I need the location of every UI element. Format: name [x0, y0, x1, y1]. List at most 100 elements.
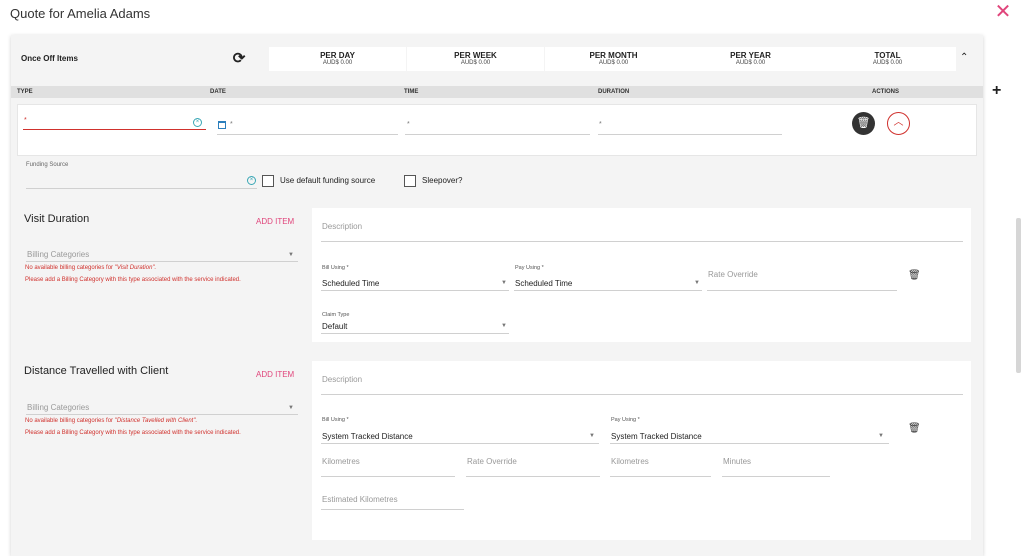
- chevron-down-icon[interactable]: ▼: [589, 433, 595, 439]
- pay-using-underline: [610, 443, 889, 444]
- column-header-bar: [11, 86, 983, 98]
- summary-per-day: PER DAY AUD$ 0.00: [269, 47, 406, 71]
- rate-override-underline: [707, 290, 897, 291]
- bill-using-select[interactable]: System Tracked Distance: [322, 432, 413, 441]
- summary-label: PER MONTH: [589, 51, 638, 60]
- minutes-input[interactable]: Minutes: [723, 457, 751, 466]
- bill-using-underline: [321, 443, 599, 444]
- item-row: [17, 104, 977, 156]
- date-required-marker: *: [230, 121, 233, 128]
- billing-categories-select[interactable]: Billing Categories: [27, 403, 89, 412]
- summary-label: TOTAL: [874, 51, 901, 60]
- estimated-kilometres-input[interactable]: Estimated Kilometres: [322, 495, 398, 504]
- chevron-up-icon[interactable]: ⌃: [960, 52, 968, 63]
- billing-error-hint: Please add a Billing Category with this …: [25, 277, 241, 283]
- trash-icon[interactable]: 🗑: [908, 270, 921, 281]
- rate-override-input[interactable]: Rate Override: [467, 457, 517, 466]
- pay-using-select[interactable]: System Tracked Distance: [611, 432, 702, 441]
- add-item-button[interactable]: ADD ITEM: [256, 370, 294, 379]
- billing-error-hint: Please add a Billing Category with this …: [25, 430, 241, 436]
- chevron-down-icon[interactable]: ▼: [501, 323, 507, 329]
- clear-icon[interactable]: ×: [247, 176, 256, 185]
- kilometres-underline: [321, 476, 455, 477]
- description-underline: [321, 394, 963, 395]
- plus-icon[interactable]: +: [992, 82, 1001, 100]
- description-input[interactable]: Description: [322, 375, 362, 384]
- time-input[interactable]: [405, 134, 590, 135]
- summary-label: PER DAY: [320, 51, 355, 60]
- delete-button[interactable]: 🗑: [852, 112, 875, 135]
- claim-type-underline: [321, 333, 509, 334]
- calendar-icon[interactable]: [218, 121, 226, 129]
- refresh-icon[interactable]: ⟳: [230, 50, 248, 68]
- add-item-button[interactable]: ADD ITEM: [256, 217, 294, 226]
- distance-travelled-card: [312, 361, 971, 540]
- summary-total: TOTAL AUD$ 0.00: [819, 47, 956, 71]
- chevron-down-icon[interactable]: ▼: [694, 280, 700, 286]
- pay-kilometres-input[interactable]: Kilometres: [611, 457, 649, 466]
- error-name: "Distance Tavelled with Client".: [114, 418, 198, 424]
- page-title: Quote for Amelia Adams: [10, 6, 151, 21]
- type-select[interactable]: [23, 129, 206, 130]
- error-prefix: No available billing categories for: [25, 418, 115, 424]
- clear-icon[interactable]: ×: [193, 118, 202, 127]
- duration-input[interactable]: [598, 134, 782, 135]
- chevron-down-icon[interactable]: ▼: [878, 433, 884, 439]
- section-title: Visit Duration: [24, 213, 90, 225]
- collapse-button[interactable]: ︿: [887, 112, 910, 135]
- sleepover-label: Sleepover?: [422, 176, 463, 185]
- bill-using-label: Bill Using *: [322, 265, 349, 271]
- summary-value: AUD$ 0.00: [322, 60, 353, 66]
- use-default-funding-label: Use default funding source: [280, 176, 376, 185]
- pay-using-underline: [514, 290, 702, 291]
- column-type: TYPE: [17, 89, 33, 95]
- summary-value: AUD$ 0.00: [598, 60, 629, 66]
- date-input[interactable]: [217, 134, 398, 135]
- sleepover-checkbox[interactable]: [404, 175, 416, 187]
- error-prefix: No available billing categories for: [25, 265, 115, 271]
- rate-override-underline: [466, 476, 600, 477]
- section-title: Distance Travelled with Client: [24, 365, 169, 377]
- bill-using-select[interactable]: Scheduled Time: [322, 279, 379, 288]
- summary-value: AUD$ 0.00: [872, 60, 903, 66]
- summary-value: AUD$ 0.00: [735, 60, 766, 66]
- summary-per-year: PER YEAR AUD$ 0.00: [682, 47, 819, 71]
- pay-using-select[interactable]: Scheduled Time: [515, 279, 572, 288]
- chevron-down-icon[interactable]: ▼: [288, 405, 294, 411]
- column-duration: DURATION: [598, 89, 630, 95]
- pay-using-label: Pay Using *: [515, 265, 544, 271]
- trash-icon[interactable]: 🗑: [908, 423, 921, 434]
- rate-override-input[interactable]: Rate Override: [708, 270, 758, 279]
- time-required-marker: *: [407, 121, 410, 128]
- column-date: DATE: [210, 89, 226, 95]
- summary-label: PER WEEK: [454, 51, 497, 60]
- claim-type-label: Claim Type: [322, 312, 350, 318]
- description-input[interactable]: Description: [322, 222, 362, 231]
- billing-categories-select[interactable]: Billing Categories: [27, 250, 89, 259]
- scrollbar[interactable]: [1016, 218, 1021, 373]
- minutes-underline: [722, 476, 830, 477]
- funding-source-label: Funding Source: [26, 162, 69, 168]
- column-time: TIME: [404, 89, 419, 95]
- billing-error-message: No available billing categories for "Vis…: [25, 262, 156, 274]
- summary-per-month: PER MONTH AUD$ 0.00: [545, 47, 682, 71]
- funding-source-select[interactable]: [26, 188, 257, 189]
- estimated-kilometres-underline: [321, 509, 464, 510]
- pay-using-label: Pay Using *: [611, 417, 640, 423]
- summary-value: AUD$ 0.00: [460, 60, 491, 66]
- section-header-label: Once Off Items: [21, 54, 78, 63]
- pay-kilometres-underline: [610, 476, 711, 477]
- summary-label: PER YEAR: [730, 51, 771, 60]
- chevron-down-icon[interactable]: ▼: [501, 280, 507, 286]
- chevron-down-icon[interactable]: ▼: [288, 252, 294, 258]
- billing-error-message: No available billing categories for "Dis…: [25, 415, 197, 427]
- error-name: "Visit Duration".: [114, 265, 157, 271]
- close-icon[interactable]: ✕: [993, 2, 1013, 22]
- use-default-funding-checkbox[interactable]: [262, 175, 274, 187]
- bill-using-underline: [321, 290, 509, 291]
- bill-using-label: Bill Using *: [322, 417, 349, 423]
- column-actions: ACTIONS: [872, 89, 899, 95]
- kilometres-input[interactable]: Kilometres: [322, 457, 360, 466]
- claim-type-select[interactable]: Default: [322, 322, 347, 331]
- visit-duration-card: [312, 208, 971, 342]
